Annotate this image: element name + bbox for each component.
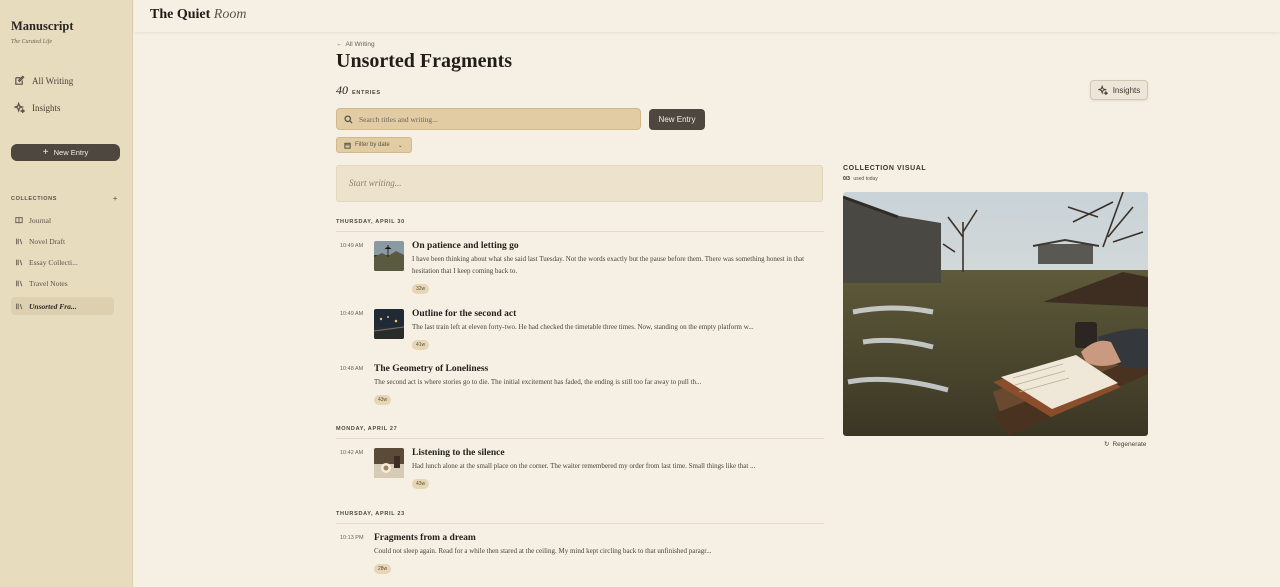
back-link[interactable]: ← All Writing xyxy=(336,41,375,48)
stack-icon xyxy=(16,303,23,310)
entry-excerpt: The second act is where stories go to di… xyxy=(374,378,702,386)
insights-button-label: Insights xyxy=(1112,85,1141,95)
word-count-badge: 32w xyxy=(412,284,430,294)
collection-visual-label: COLLECTION VISUAL xyxy=(843,165,927,172)
plus-icon: + xyxy=(42,146,49,158)
nav-all-writing[interactable]: All Writing xyxy=(14,75,73,86)
start-writing-input[interactable]: Start writing... xyxy=(336,165,823,202)
refresh-icon: ↻ xyxy=(1104,441,1110,448)
edit-icon xyxy=(15,75,25,85)
regenerate-button[interactable]: ↻ Regenerate xyxy=(1104,440,1147,449)
book-icon xyxy=(15,217,23,224)
collection-visual-image xyxy=(843,192,1148,436)
landscape-thumb xyxy=(374,241,404,271)
entry-excerpt: I have been thinking about what she said… xyxy=(412,255,805,275)
sparkle-icon xyxy=(1097,85,1108,95)
new-entry-button[interactable]: New Entry xyxy=(649,109,705,130)
stack-icon xyxy=(16,238,23,245)
brand-subtitle: The Curated Life xyxy=(11,39,53,45)
collections-header: COLLECTIONS + xyxy=(11,194,118,203)
entry-time: 10:48 AM xyxy=(340,366,364,372)
entry-excerpt: Could not sleep again. Read for a while … xyxy=(374,547,712,555)
collection-journal[interactable]: Journal xyxy=(11,211,114,229)
arrow-left-icon: ← xyxy=(336,41,343,48)
add-collection-button[interactable]: + xyxy=(113,194,118,203)
entry-count-number: 40 xyxy=(336,83,348,97)
collection-unsorted[interactable]: Unsorted Fra... xyxy=(11,297,114,315)
word-count-badge: 43w xyxy=(412,479,430,489)
insights-button[interactable]: Insights xyxy=(1090,80,1148,100)
collection-travel-notes[interactable]: Travel Notes xyxy=(11,274,114,292)
topbar: The Quiet Room xyxy=(134,0,1280,32)
collection-label: Essay Collecti... xyxy=(29,257,78,267)
entry-excerpt: Had lunch alone at the small place on th… xyxy=(412,462,756,470)
entry-title: The Geometry of Loneliness xyxy=(374,364,489,374)
regenerate-label: Regenerate xyxy=(1112,440,1147,448)
entry-time: 10:42 AM xyxy=(340,450,364,456)
stack-icon xyxy=(16,280,23,287)
collection-label: Journal xyxy=(29,215,52,225)
app-title-italic: Room xyxy=(213,7,247,22)
stack-icon xyxy=(16,259,23,266)
nav-insights[interactable]: Insights xyxy=(14,102,61,113)
filter-by-date-button[interactable]: Filter by date ⌄ xyxy=(336,137,412,153)
entry-body: Outline for the second act The last trai… xyxy=(412,309,824,351)
collection-label: Novel Draft xyxy=(29,236,66,246)
entry-body: On patience and letting go I have been t… xyxy=(412,241,824,295)
sparkle-icon xyxy=(14,102,25,113)
entry-count-label: ENTRIES xyxy=(352,90,381,96)
calendar-icon xyxy=(344,142,351,149)
usage-count: 0/3 xyxy=(843,176,850,182)
collection-novel-draft[interactable]: Novel Draft xyxy=(11,232,114,250)
brand: Manuscript The Curated Life xyxy=(11,19,74,45)
collections-heading: COLLECTIONS xyxy=(11,196,58,202)
search-input[interactable] xyxy=(359,114,629,124)
date-header: MONDAY, APRIL 27 xyxy=(336,426,824,439)
cafe-thumb xyxy=(374,448,404,478)
entry-time: 10:49 AM xyxy=(340,311,364,317)
entry-time: 10:13 PM xyxy=(340,535,364,541)
sidebar: Manuscript The Curated Life All Writing … xyxy=(0,0,133,587)
entry-title: Listening to the silence xyxy=(412,448,505,458)
sidebar-new-entry-button[interactable]: + New Entry xyxy=(11,144,120,161)
back-link-label: All Writing xyxy=(345,41,375,48)
collection-essay[interactable]: Essay Collecti... xyxy=(11,253,114,271)
brand-title: Manuscript xyxy=(11,19,74,33)
collection-label: Unsorted Fra... xyxy=(29,301,77,311)
search-box xyxy=(336,108,641,130)
filter-label: Filter by date xyxy=(355,142,390,148)
search-icon xyxy=(344,114,353,124)
entry-excerpt: The last train left at eleven forty-two.… xyxy=(412,323,754,331)
visual-usage: 0/3 used today xyxy=(843,176,878,182)
word-count-badge: 28w xyxy=(374,564,392,574)
collection-label: Travel Notes xyxy=(29,278,68,288)
usage-text: used today xyxy=(853,176,878,182)
entry-title: Fragments from a dream xyxy=(374,533,476,543)
app-title-bold: The Quiet xyxy=(150,7,211,22)
night-thumb xyxy=(374,309,404,339)
entry-count: 40 ENTRIES xyxy=(336,83,381,98)
chevron-down-icon: ⌄ xyxy=(397,142,403,149)
date-header: THURSDAY, APRIL 23 xyxy=(336,511,824,524)
page-title: Unsorted Fragments xyxy=(336,50,513,72)
entry-body: Listening to the silence Had lunch alone… xyxy=(412,448,824,490)
nav-insights-label: Insights xyxy=(32,102,61,113)
entry-body: The Geometry of Loneliness The second ac… xyxy=(374,364,824,406)
entry-time: 10:49 AM xyxy=(340,243,364,249)
nav-all-writing-label: All Writing xyxy=(32,75,74,86)
sidebar-new-entry-label: New Entry xyxy=(53,148,89,157)
date-header: THURSDAY, APRIL 30 xyxy=(336,219,824,232)
word-count-badge: 43w xyxy=(374,395,392,405)
entry-title: Outline for the second act xyxy=(412,309,517,319)
entry-title: On patience and letting go xyxy=(412,241,519,251)
entry-body: Fragments from a dream Could not sleep a… xyxy=(374,533,824,575)
word-count-badge: 41w xyxy=(412,340,430,350)
app-title: The Quiet Room xyxy=(150,7,246,23)
